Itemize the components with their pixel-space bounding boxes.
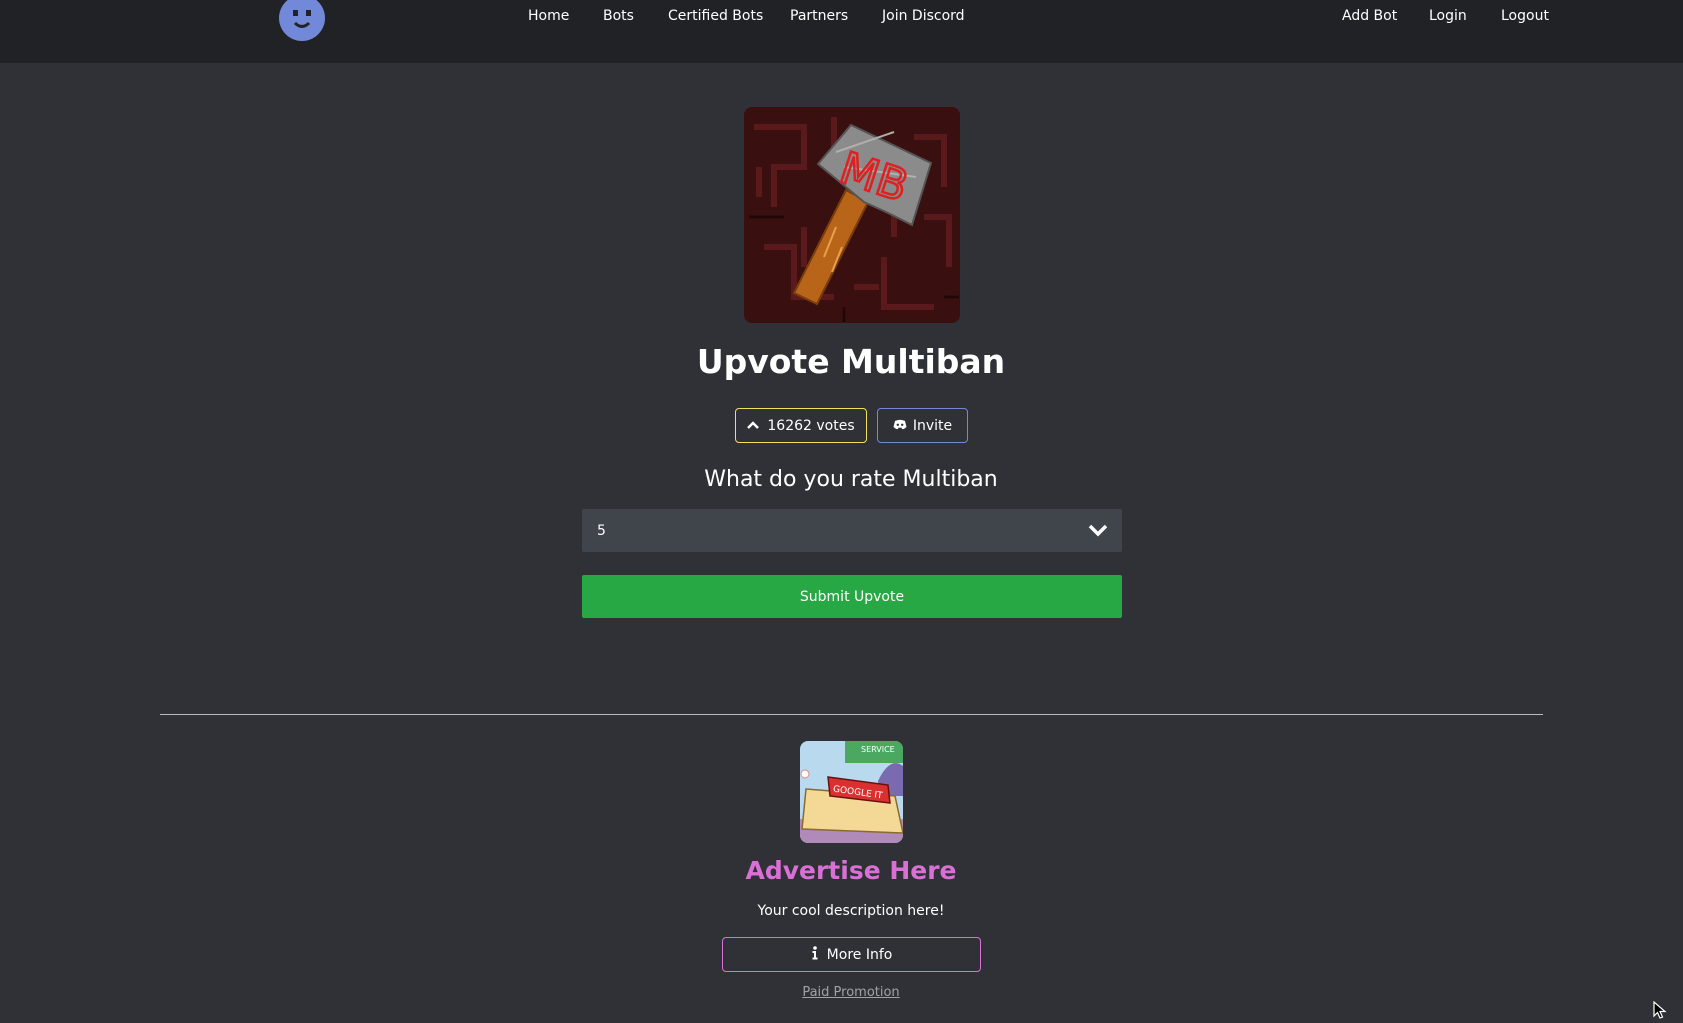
navbar: Home Bots Certified Bots Partners Join D… <box>0 0 1683 63</box>
more-info-label: More Info <box>826 946 893 963</box>
submit-upvote-button[interactable]: Submit Upvote <box>582 575 1122 618</box>
nav-join-discord[interactable]: Join Discord <box>882 7 965 25</box>
chevron-down-icon <box>1088 522 1108 542</box>
nav-certified-bots[interactable]: Certified Bots <box>668 7 763 25</box>
nav-partners[interactable]: Partners <box>790 7 848 25</box>
mouse-cursor-icon <box>1653 1000 1667 1023</box>
site-logo[interactable] <box>278 0 326 42</box>
bot-name: Upvote Multiban <box>696 342 1006 381</box>
nav-logout[interactable]: Logout <box>1501 7 1549 25</box>
ad-image-banner-text: SERVICE <box>861 745 895 754</box>
rate-heading: What do you rate Multiban <box>704 467 998 492</box>
nav-add-bot[interactable]: Add Bot <box>1342 7 1397 25</box>
invite-label: Invite <box>912 417 953 434</box>
rating-selected-value: 5 <box>597 522 606 539</box>
votes-button[interactable]: 16262 votes <box>735 408 867 443</box>
paid-promotion-link[interactable]: Paid Promotion <box>541 983 1161 1003</box>
nav-bots[interactable]: Bots <box>603 7 634 25</box>
bot-avatar: MB <box>744 107 960 323</box>
nav-login[interactable]: Login <box>1429 7 1467 25</box>
nav-home[interactable]: Home <box>528 7 569 25</box>
ad-title[interactable]: Advertise Here <box>541 853 1161 889</box>
rating-select[interactable]: 5 <box>582 509 1122 552</box>
invite-button[interactable]: Invite <box>877 408 968 443</box>
chevron-up-icon <box>747 418 760 434</box>
section-divider <box>160 714 1543 715</box>
votes-count: 16262 votes <box>767 417 855 434</box>
discord-icon <box>893 418 907 434</box>
info-icon <box>811 945 819 964</box>
ad-description: Your cool description here! <box>757 903 945 919</box>
ad-image[interactable]: SERVICE GOOGLE IT <box>800 741 903 843</box>
more-info-button[interactable]: More Info <box>722 937 981 972</box>
